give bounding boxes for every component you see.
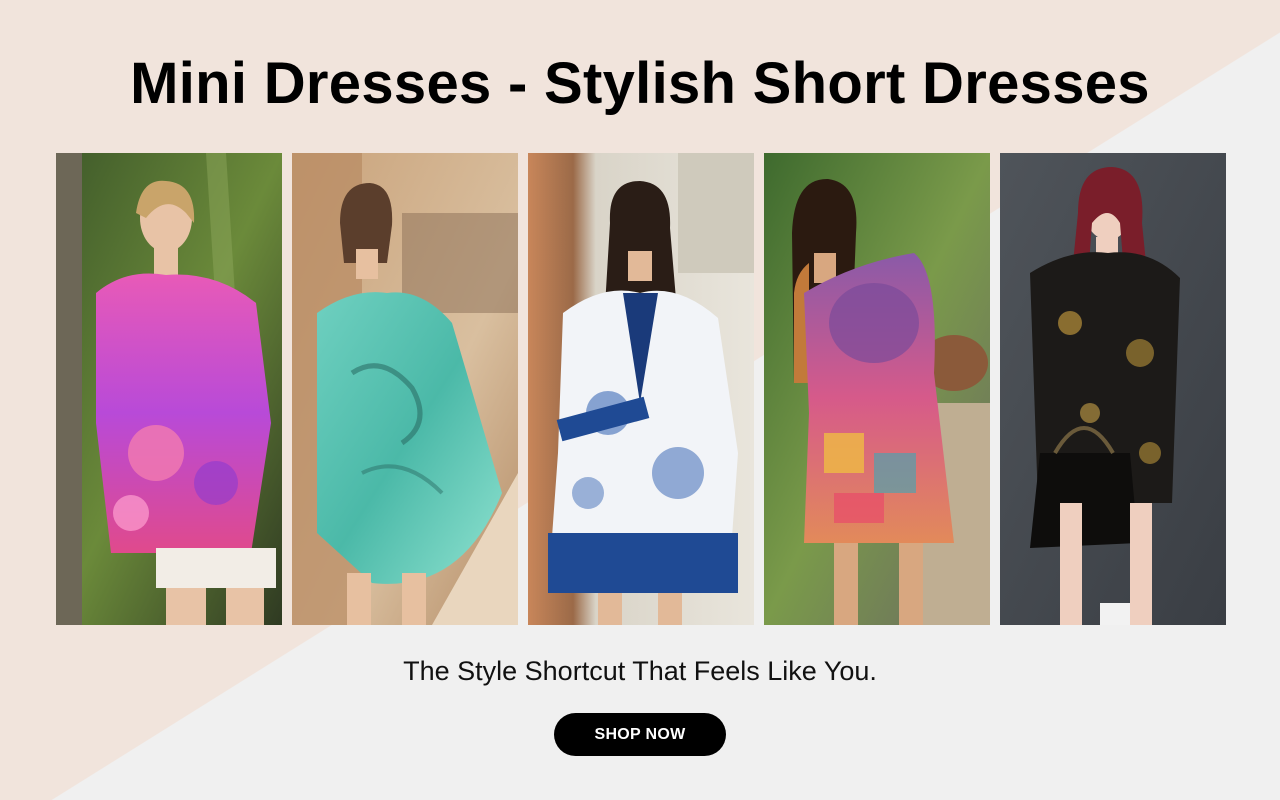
photo-model-pink-floral-top[interactable] (56, 153, 282, 625)
tagline: The Style Shortcut That Feels Like You. (403, 656, 877, 686)
photo-model-blue-white-porcelain-dress[interactable] (528, 153, 754, 625)
photo-image (764, 153, 990, 625)
page-title: Mini Dresses - Stylish Short Dresses (130, 51, 1150, 116)
photo-image (56, 153, 282, 625)
photo-image (1000, 153, 1226, 625)
photo-model-patchwork-kaftan-dress[interactable] (764, 153, 990, 625)
photo-gallery (56, 153, 1226, 625)
photo-image (292, 153, 518, 625)
photo-image (528, 153, 754, 625)
photo-model-turquoise-tropical-dress[interactable] (292, 153, 518, 625)
photo-model-black-gold-paisley-dress[interactable] (1000, 153, 1226, 625)
shop-now-button[interactable]: SHOP NOW (554, 713, 726, 756)
